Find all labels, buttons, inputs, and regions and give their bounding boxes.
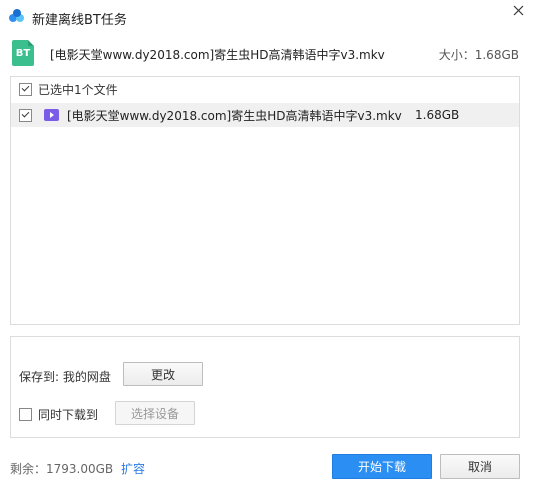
cloud-logo-icon xyxy=(9,9,24,22)
file-list-row[interactable]: [电影天堂www.dy2018.com]寄生虫HD高清韩语中字v3.mkv 1.… xyxy=(11,103,519,127)
total-size-label: 大小：1.68GB xyxy=(438,48,519,62)
file-list-header: 已选中1个文件 xyxy=(11,77,519,101)
bt-file-icon: BT xyxy=(12,40,34,66)
choose-device-button[interactable]: 选择设备 xyxy=(115,401,195,425)
cancel-button[interactable]: 取消 xyxy=(440,454,520,479)
window-title: 新建离线BT任务 xyxy=(32,13,127,28)
file-header: BT [电影天堂www.dy2018.com]寄生虫HD高清韩语中字v3.mkv… xyxy=(0,34,533,72)
file-name: [电影天堂www.dy2018.com]寄生虫HD高清韩语中字v3.mkv xyxy=(67,108,402,123)
sync-download-option: 同时下载到 xyxy=(19,406,98,423)
video-file-icon xyxy=(44,109,59,121)
save-location-label: 保存到: 我的网盘 xyxy=(19,370,111,384)
remaining-space-label: 剩余：1793.00GB xyxy=(10,462,114,476)
expand-storage-link[interactable]: 扩容 xyxy=(121,460,145,477)
sync-download-label: 同时下载到 xyxy=(38,408,99,422)
change-location-button[interactable]: 更改 xyxy=(123,362,203,386)
torrent-file-name: [电影天堂www.dy2018.com]寄生虫HD高清韩语中字v3.mkv xyxy=(50,48,385,62)
select-all-checkbox[interactable] xyxy=(19,82,32,96)
close-icon xyxy=(513,5,523,15)
file-size: 1.68GB xyxy=(415,108,460,122)
save-options-panel: 保存到: 我的网盘 更改 同时下载到 选择设备 xyxy=(10,336,520,438)
sync-download-checkbox[interactable] xyxy=(19,408,32,421)
title-bar: 新建离线BT任务 xyxy=(0,0,533,34)
close-button[interactable] xyxy=(507,0,529,20)
file-list-panel: 已选中1个文件 [电影天堂www.dy2018.com]寄生虫HD高清韩语中字v… xyxy=(10,76,520,325)
start-download-button[interactable]: 开始下载 xyxy=(332,454,432,479)
selected-count-label: 已选中1个文件 xyxy=(38,82,118,97)
file-checkbox[interactable] xyxy=(19,108,32,122)
